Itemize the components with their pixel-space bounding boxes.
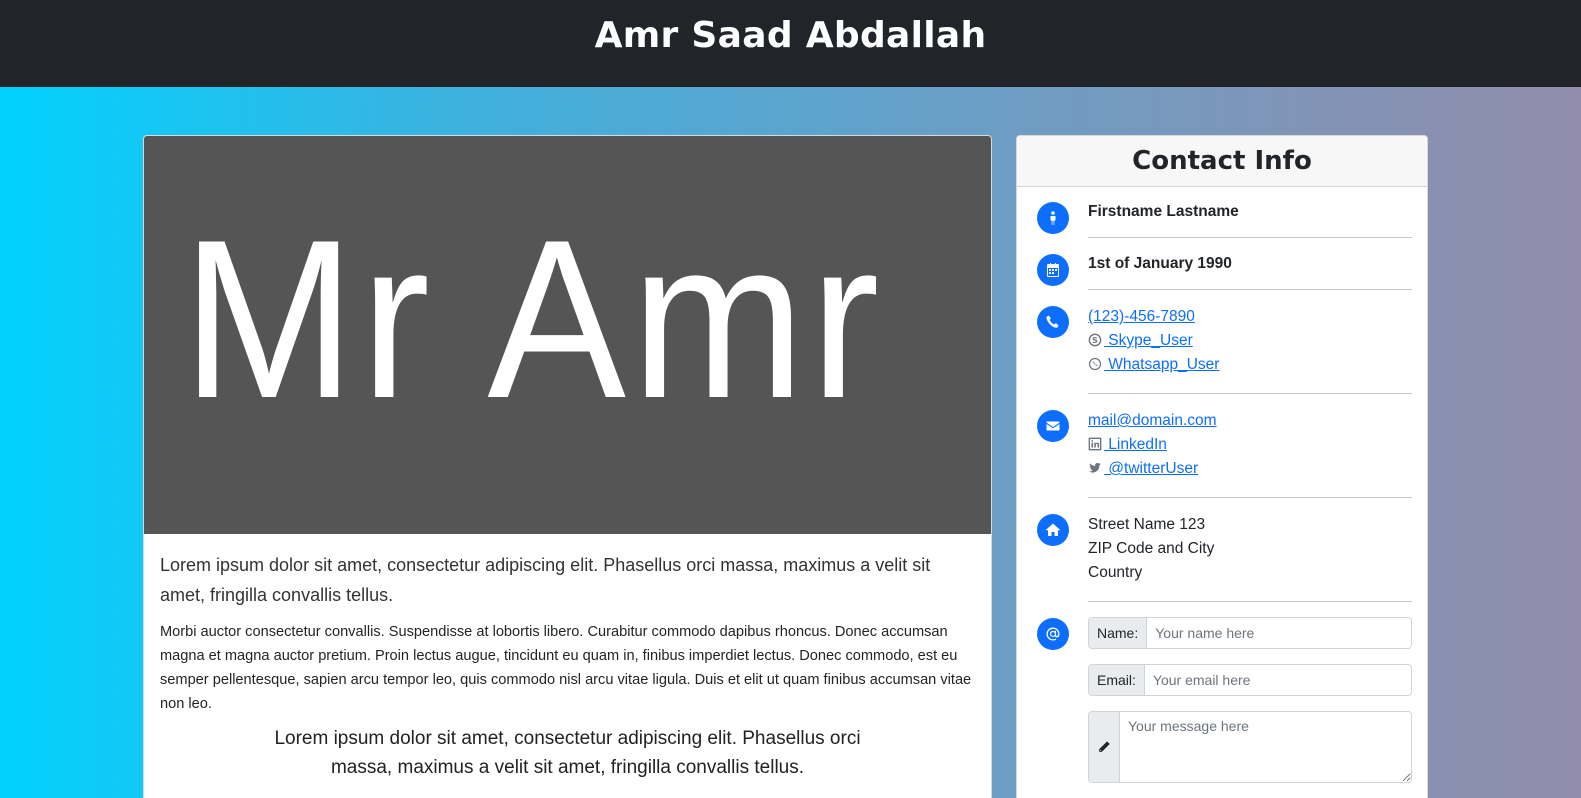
address-line: ZIP Code and City: [1088, 540, 1215, 557]
skype-link[interactable]: Skype_User: [1104, 332, 1192, 349]
email-link[interactable]: mail@domain.com: [1088, 412, 1217, 429]
pencil-icon: [1089, 712, 1120, 782]
address-line: Street Name 123: [1088, 516, 1206, 533]
twitter-link[interactable]: @twitterUser: [1104, 460, 1198, 477]
address-line: Country: [1088, 564, 1143, 581]
profile-card: Mr Amr Lorem ipsum dolor sit amet, conse…: [143, 135, 992, 798]
profile-body: Lorem ipsum dolor sit amet, consectetur …: [144, 534, 991, 782]
divider: [1088, 289, 1412, 290]
divider: [1088, 393, 1412, 394]
email-input[interactable]: [1144, 665, 1411, 695]
hero-image: Mr Amr: [144, 136, 991, 534]
top-navbar: Amr Saad Abdallah: [0, 0, 1581, 87]
person-icon: [1037, 202, 1069, 234]
calendar-icon: [1037, 254, 1069, 286]
phone-group: (123)-456-7890 S Skype_User Whatsapp_Use…: [1088, 305, 1412, 377]
contact-title: Contact Info: [1132, 146, 1312, 176]
contact-card: Contact Info Firstname Lastname 1st of J…: [1016, 135, 1428, 798]
contact-birthday: 1st of January 1990: [1088, 255, 1232, 272]
email-group: mail@domain.com LinkedIn @twitterUser: [1088, 409, 1412, 481]
quote-text: Lorem ipsum dolor sit amet, consectetur …: [274, 728, 861, 778]
divider: [1088, 497, 1412, 498]
linkedin-icon: [1088, 435, 1102, 451]
whatsapp-link[interactable]: Whatsapp_User: [1104, 356, 1219, 373]
message-textarea[interactable]: [1120, 712, 1411, 782]
twitter-icon: [1088, 459, 1102, 473]
address-block: Street Name 123 ZIP Code and City Countr…: [1088, 513, 1412, 585]
linkedin-link[interactable]: LinkedIn: [1104, 436, 1167, 453]
message-input-group: [1088, 711, 1412, 783]
name-input-group: Name:: [1088, 617, 1412, 649]
phone-icon: [1037, 306, 1069, 338]
contact-name: Firstname Lastname: [1088, 203, 1239, 220]
lead-text: Lorem ipsum dolor sit amet, consectetur …: [160, 555, 931, 605]
skype-icon: S: [1088, 331, 1102, 347]
whatsapp-icon: [1088, 355, 1102, 371]
home-icon: [1037, 514, 1069, 546]
phone-link[interactable]: (123)-456-7890: [1088, 308, 1195, 325]
contact-header: Contact Info: [1017, 136, 1427, 187]
envelope-icon: [1037, 410, 1069, 442]
name-label: Name:: [1089, 618, 1148, 648]
at-sign-icon: [1037, 618, 1069, 650]
svg-text:S: S: [1092, 336, 1098, 345]
divider: [1088, 237, 1412, 238]
divider: [1088, 601, 1412, 602]
name-input[interactable]: [1147, 618, 1411, 648]
email-label: Email:: [1089, 665, 1145, 695]
site-title: Amr Saad Abdallah: [594, 15, 987, 56]
email-input-group: Email:: [1088, 664, 1412, 696]
hero-text: Mr Amr: [182, 192, 885, 445]
body-paragraph: Morbi auctor consectetur convallis. Susp…: [160, 624, 972, 712]
